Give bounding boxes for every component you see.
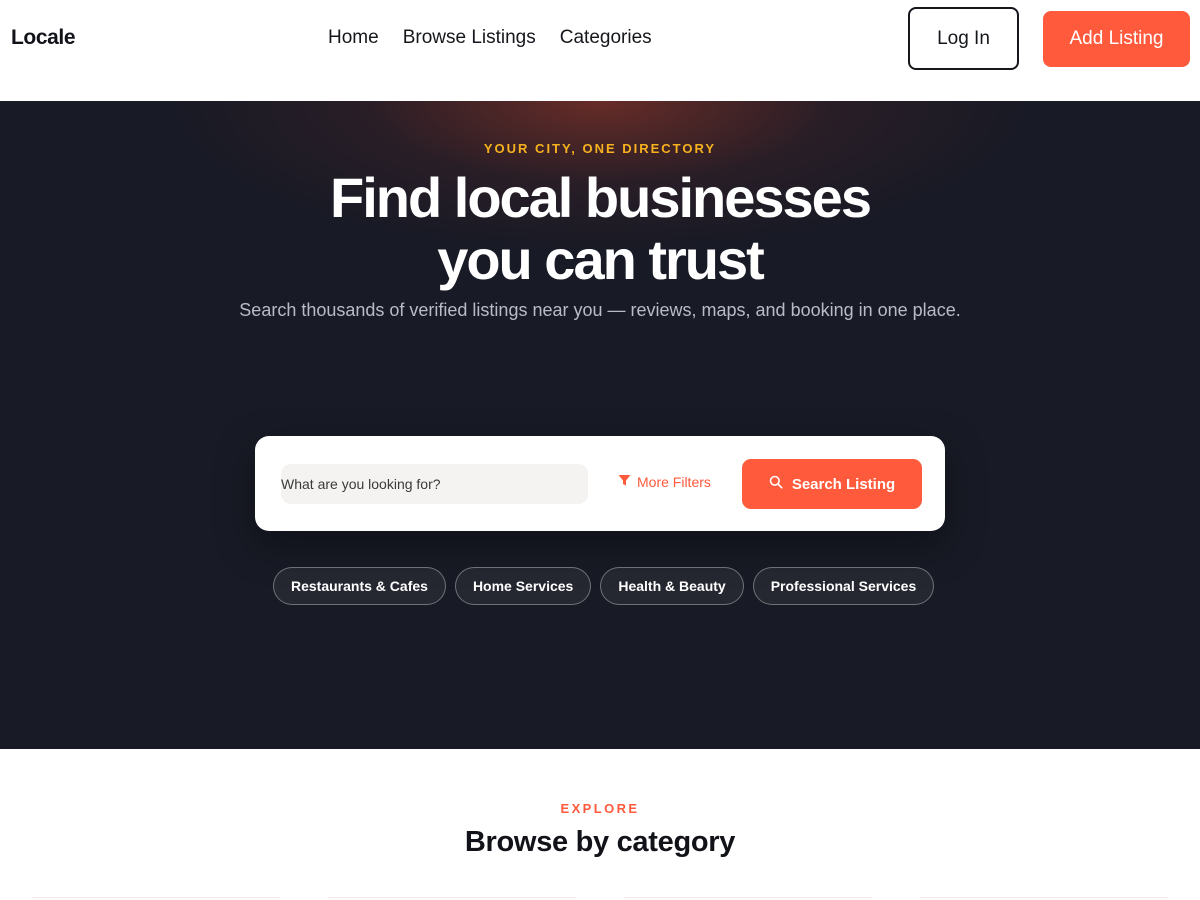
search-listing-label: Search Listing: [791, 475, 896, 493]
hero-subline: Search thousands of verified listings ne…: [239, 300, 961, 320]
chip-health-beauty[interactable]: Health & Beauty: [600, 567, 744, 605]
top-nav: Locale Home Browse Listings Categories L…: [0, 0, 1200, 101]
login-button[interactable]: Log In: [908, 7, 1019, 70]
nav-link-categories[interactable]: Categories: [560, 27, 652, 49]
more-filters-label: More Filters: [637, 474, 711, 490]
hero-headline-line1: Find local businesses: [330, 166, 872, 229]
category-chips: Restaurants & Cafes Home Services Health…: [273, 567, 935, 605]
site-logo[interactable]: Locale: [11, 26, 76, 50]
filter-icon: [618, 474, 631, 490]
chip-home-services[interactable]: Home Services: [454, 567, 592, 605]
search-card: More Filters Search Listing: [255, 436, 945, 531]
search-listing-button[interactable]: Search Listing: [742, 459, 922, 509]
search-icon: [769, 475, 783, 493]
nav-link-browse-listings[interactable]: Browse Listings: [403, 27, 536, 49]
add-listing-button[interactable]: Add Listing: [1043, 11, 1190, 67]
hero-headline: Find local businesses you can trust: [0, 167, 1200, 291]
hero-section: YOUR CITY, ONE DIRECTORY Find local busi…: [0, 101, 1200, 749]
nav-link-home[interactable]: Home: [328, 27, 379, 49]
chip-restaurants-cafes[interactable]: Restaurants & Cafes: [273, 567, 446, 605]
explore-title: Browse by category: [464, 826, 736, 858]
search-input[interactable]: [281, 464, 588, 504]
hero-eyebrow: YOUR CITY, ONE DIRECTORY: [483, 141, 717, 156]
hero-headline-line2: you can trust: [437, 228, 765, 291]
chip-professional-services[interactable]: Professional Services: [752, 567, 935, 605]
more-filters-button[interactable]: More Filters: [618, 474, 711, 490]
explore-eyebrow: EXPLORE: [560, 801, 640, 816]
nav-links: Home Browse Listings Categories: [328, 27, 652, 49]
